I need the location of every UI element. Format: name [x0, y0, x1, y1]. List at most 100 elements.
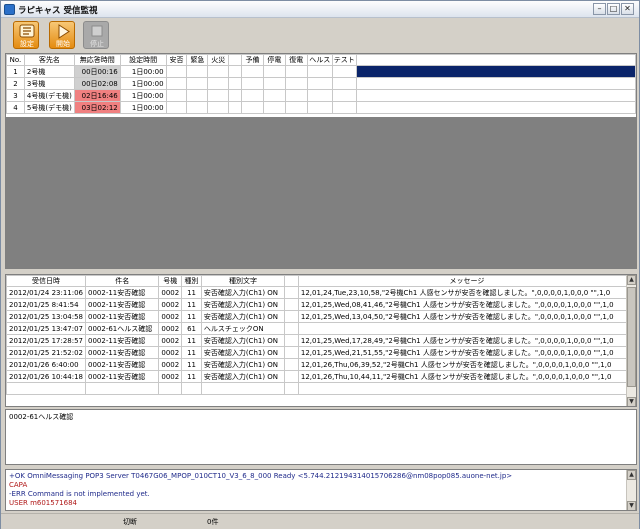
monitor-table: No. 客先名 無応答時間 設定時間 安否 緊急 火災 予備 停電 復電 ヘルス… [6, 54, 636, 114]
monitor-grid: No. 客先名 無応答時間 設定時間 安否 緊急 火災 予備 停電 復電 ヘルス… [5, 53, 637, 269]
title-bar: ラピキャス 受信監視 – □ ✕ [1, 1, 639, 18]
log-kind-text: ヘルスチェックON [200, 322, 286, 335]
log-row[interactable]: 2012/01/25 17:28:57 0002-11安否確認 0002 11 安否確認… [6, 334, 636, 347]
start-button-label: 開始 [56, 40, 70, 48]
main-window: ラピキャス 受信監視 – □ ✕ 設定 開始 停止 No. 客先名 無応答時間 … [0, 0, 640, 529]
col-power-restore[interactable]: 復電 [284, 54, 308, 66]
col-subject[interactable]: 件名 [85, 275, 160, 287]
monitor-row[interactable]: 1 2号機 00日00:16 1日00:00 [6, 65, 636, 78]
log-grid: 受信日時 件名 号機 種別 種別文字 メッセージ 2012/01/24 23:1… [5, 274, 637, 407]
scroll-thumb[interactable] [627, 287, 636, 387]
minimize-button[interactable]: – [593, 3, 606, 15]
col-fire[interactable]: 火災 [207, 54, 230, 66]
log-subject: 0002-11安否確認 [85, 346, 160, 359]
log-datetime: 2012/01/25 8:41:54 [6, 298, 87, 311]
log-row[interactable]: 2012/01/25 8:41:54 0002-11安否確認 0002 11 安否確認入… [6, 298, 636, 311]
log-unit: 0002 [158, 358, 183, 371]
server-log-scrollbar[interactable]: ▲ ▼ [626, 470, 636, 510]
row-elapsed: 03日02:12 [73, 101, 121, 114]
log-kind: 11 [181, 298, 202, 311]
log-row[interactable]: 2012/01/25 21:52:02 0002-11安否確認 0002 11 安否確認… [6, 346, 636, 359]
monitor-row[interactable]: 3 4号機(デモ機) 02日16:46 1日00:00 [6, 89, 636, 102]
grid-empty-area [6, 117, 636, 268]
play-icon [58, 24, 70, 39]
monitor-row[interactable]: 4 5号機(デモ機) 03日02:12 1日00:00 [6, 101, 636, 114]
log-row[interactable]: 2012/01/26 6:40:00 0002-11安否確認 0002 11 安否確認入… [6, 358, 636, 371]
col-blank[interactable] [228, 54, 243, 66]
log-row[interactable]: 2012/01/25 13:04:58 0002-11安否確認 0002 11 安否確認… [6, 310, 636, 323]
maximize-button[interactable]: □ [607, 3, 620, 15]
log-datetime: 2012/01/25 13:04:58 [6, 310, 87, 323]
col-unit[interactable]: 号機 [158, 275, 183, 287]
app-icon [4, 4, 15, 15]
log-datetime: 2012/01/25 21:52:02 [6, 346, 87, 359]
log-row[interactable]: 2012/01/24 23:11:06 0002-11安否確認 0002 11 安否確認… [6, 286, 636, 299]
log-subject: 0002-61ヘルス確認 [85, 322, 160, 335]
log-row[interactable]: 2012/01/25 13:47:07 0002-61ヘルス確認 0002 61 ヘルス… [6, 322, 636, 335]
col-power-outage[interactable]: 停電 [262, 54, 286, 66]
log-kind: 11 [181, 334, 202, 347]
col-blank[interactable] [284, 275, 299, 287]
log-message [297, 382, 636, 395]
detail-panel[interactable]: 0002-61ヘルス確認 [5, 409, 637, 465]
log-datetime: 2012/01/25 17:28:57 [6, 334, 87, 347]
log-kind: 11 [181, 286, 202, 299]
col-safety[interactable]: 安否 [165, 54, 188, 66]
col-test[interactable]: テスト [331, 54, 357, 66]
log-kind-text: 安否確認入力(Ch1) ON [200, 334, 286, 347]
row-setting: 1日00:00 [119, 77, 167, 90]
log-datetime: 2012/01/26 13:47:05 [6, 382, 87, 395]
log-row[interactable]: 2012/01/26 13:47:05 0002-61ヘルス確認 0002 61 ヘルス… [6, 382, 636, 395]
log-kind-text: 安否確認入力(Ch1) ON [200, 310, 286, 323]
log-datetime: 2012/01/26 6:40:00 [6, 358, 87, 371]
log-subject: 0002-11安否確認 [85, 358, 160, 371]
col-no-response-time[interactable]: 無応答時間 [73, 54, 121, 66]
log-table: 受信日時 件名 号機 種別 種別文字 メッセージ 2012/01/24 23:1… [6, 275, 636, 395]
log-subject: 0002-11安否確認 [85, 286, 160, 299]
row-selection-fill [355, 65, 636, 78]
col-message[interactable]: メッセージ [297, 275, 636, 287]
scroll-up-icon[interactable]: ▲ [627, 470, 636, 480]
detail-text: 0002-61ヘルス確認 [9, 413, 74, 421]
log-subject: 0002-61ヘルス確認 [85, 382, 160, 395]
scroll-down-icon[interactable]: ▼ [627, 397, 636, 406]
col-emergency[interactable]: 緊急 [186, 54, 209, 66]
log-kind: 11 [181, 370, 202, 383]
col-kind[interactable]: 種別 [181, 275, 202, 287]
col-received-at[interactable]: 受信日時 [6, 275, 87, 287]
log-kind: 11 [181, 310, 202, 323]
server-log-panel[interactable]: +OK OmniMessaging POP3 Server T0467G06_M… [5, 469, 637, 511]
log-blank [284, 286, 299, 299]
row-no: 1 [6, 65, 25, 78]
log-unit: 0002 [158, 370, 183, 383]
log-blank [284, 382, 299, 395]
server-log-line: USER m601571684 [9, 499, 77, 507]
log-blank [284, 370, 299, 383]
log-scrollbar[interactable]: ▲ ▼ [626, 275, 636, 406]
col-kind-text[interactable]: 種別文字 [200, 275, 286, 287]
col-setting-time[interactable]: 設定時間 [119, 54, 167, 66]
start-button[interactable]: 開始 [49, 21, 75, 49]
log-datetime: 2012/01/24 23:11:06 [6, 286, 87, 299]
toolbar: 設定 開始 停止 [1, 19, 639, 52]
row-customer: 4号機(デモ機) [23, 89, 75, 102]
window-title: ラピキャス 受信監視 [18, 6, 98, 16]
log-unit: 0002 [158, 382, 183, 395]
col-spare[interactable]: 予備 [241, 54, 264, 66]
settings-button[interactable]: 設定 [13, 21, 39, 49]
scroll-down-icon[interactable]: ▼ [627, 501, 636, 510]
scroll-up-icon[interactable]: ▲ [627, 275, 636, 285]
log-message: 12,01,25,Wed,17,28,49,"2号機Ch1 人感センサが安否を確… [297, 334, 636, 347]
log-blank [284, 346, 299, 359]
log-message: 12,01,24,Tue,23,10,58,"2号機Ch1 人感センサが安否を確… [297, 286, 636, 299]
log-message: 12,01,26,Thu,06,39,52,"2号機Ch1 人感センサが安否を確… [297, 358, 636, 371]
stop-button[interactable]: 停止 [83, 21, 109, 49]
col-no[interactable]: No. [6, 54, 25, 66]
log-kind-text: 安否確認入力(Ch1) ON [200, 298, 286, 311]
col-customer[interactable]: 客先名 [23, 54, 75, 66]
close-button[interactable]: ✕ [621, 3, 634, 15]
log-kind-text: 安否確認入力(Ch1) ON [200, 346, 286, 359]
col-health[interactable]: ヘルス [306, 54, 333, 66]
log-row[interactable]: 2012/01/26 10:44:18 0002-11安否確認 0002 11 安否確認… [6, 370, 636, 383]
monitor-row[interactable]: 2 3号機 00日02:08 1日00:00 [6, 77, 636, 90]
